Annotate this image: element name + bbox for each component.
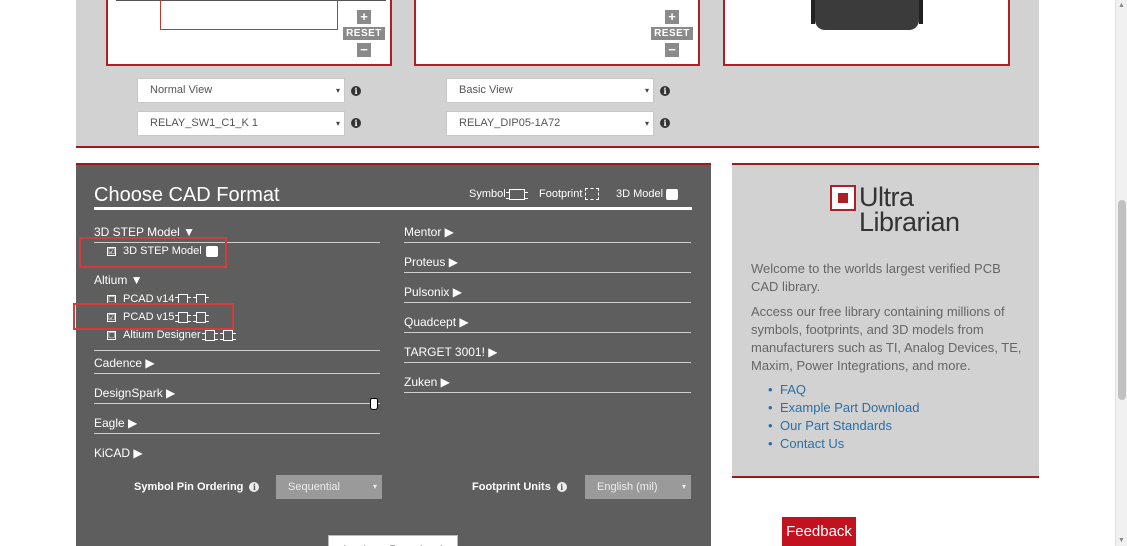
ultra-librarian-info-panel: Ultra Librarian Welcome to the worlds la… xyxy=(732,163,1039,478)
legend-footprint-label: Footprint xyxy=(539,188,583,200)
category-eagle[interactable]: Eagle ▶ xyxy=(94,416,380,434)
select-value: Sequential xyxy=(288,481,340,493)
option-altium-designer[interactable]: ☐ Altium Designer xyxy=(107,329,236,341)
selection-highlight xyxy=(73,303,234,330)
ultra-librarian-logo: Ultra Librarian xyxy=(830,184,960,237)
info-icon[interactable]: i xyxy=(351,118,361,128)
footprint-icon xyxy=(219,329,236,341)
welcome-text: Welcome to the worlds largest verified P… xyxy=(751,261,1001,294)
symbol-preview[interactable]: + RESET − xyxy=(106,0,392,66)
hand-cursor-icon xyxy=(370,398,378,410)
category-proteus[interactable]: Proteus ▶ xyxy=(404,255,691,273)
category-kicad[interactable]: KiCAD ▶ xyxy=(94,446,380,463)
select-value: Basic View xyxy=(459,84,513,96)
symbol-icon xyxy=(201,329,218,341)
login-to-download-button[interactable]: Login to Download xyxy=(328,535,458,546)
label-text: Footprint Units xyxy=(472,481,551,493)
link-example-part-download[interactable]: Example Part Download xyxy=(768,399,920,417)
info-icon[interactable]: i xyxy=(249,482,260,492)
zoom-in-button[interactable]: + xyxy=(357,10,371,24)
cad-format-panel: Choose CAD Format Symbol Footprint 3D Mo… xyxy=(76,163,711,546)
legend-symbol-label: Symbol xyxy=(469,188,506,200)
info-icon[interactable]: i xyxy=(660,86,670,96)
left-view-select[interactable]: Normal View ▾ xyxy=(137,78,345,103)
selection-highlight xyxy=(79,237,227,268)
category-zuken[interactable]: Zuken ▶ xyxy=(404,375,691,393)
panel-title: Choose CAD Format xyxy=(94,184,280,206)
select-value: Normal View xyxy=(150,84,213,96)
pin-ordering-label: Symbol Pin Ordering i xyxy=(134,481,260,493)
checkbox-unchecked[interactable]: ☐ xyxy=(107,330,116,340)
pin-ordering-select[interactable]: Sequential ▾ xyxy=(276,475,382,499)
3d-chip-image xyxy=(811,0,923,30)
zoom-controls: + RESET − xyxy=(343,10,385,57)
footprint-preview[interactable]: + RESET − xyxy=(414,0,700,66)
link-contact-us[interactable]: Contact Us xyxy=(768,435,919,453)
chevron-down-icon: ▾ xyxy=(681,482,686,491)
access-text: Access our free library containing milli… xyxy=(751,304,1022,373)
scroll-down-icon[interactable]: ▼ xyxy=(1118,537,1125,544)
scrollbar-thumb[interactable] xyxy=(1118,200,1126,400)
chip-logo-icon xyxy=(830,185,856,211)
chevron-down-icon: ▾ xyxy=(335,86,340,95)
right-part-select[interactable]: RELAY_DIP05-1A72 ▾ xyxy=(446,111,654,136)
title-divider xyxy=(94,207,692,210)
right-view-select[interactable]: Basic View ▾ xyxy=(446,78,654,103)
legend-footprint: Footprint xyxy=(539,188,600,200)
footprint-units-select[interactable]: English (mil) ▾ xyxy=(585,475,691,499)
label-text: Symbol Pin Ordering xyxy=(134,481,244,493)
info-icon[interactable]: i xyxy=(556,482,567,492)
info-icon[interactable]: i xyxy=(351,86,361,96)
category-mentor[interactable]: Mentor ▶ xyxy=(404,225,691,243)
feedback-button[interactable]: Feedback xyxy=(782,517,856,546)
chevron-down-icon: ▾ xyxy=(335,119,340,128)
logo-line2: Librarian xyxy=(859,207,960,237)
reset-button[interactable]: RESET xyxy=(651,27,693,40)
scroll-up-icon[interactable]: ▲ xyxy=(1118,2,1125,9)
chevron-down-icon: ▾ xyxy=(644,119,649,128)
select-value: RELAY_DIP05-1A72 xyxy=(459,117,561,129)
link-our-part-standards[interactable]: Our Part Standards xyxy=(768,417,919,435)
legend-3d-model-label: 3D Model xyxy=(616,188,664,200)
reset-button[interactable]: RESET xyxy=(343,27,385,40)
category-altium[interactable]: Altium ▼ xyxy=(94,273,380,290)
category-pulsonix[interactable]: Pulsonix ▶ xyxy=(404,285,691,303)
logo-text: Ultra Librarian xyxy=(859,184,960,237)
zoom-out-button[interactable]: − xyxy=(665,43,679,57)
legend-3d-model: 3D Model xyxy=(616,188,679,200)
3d-model-icon xyxy=(666,188,679,200)
left-part-select[interactable]: RELAY_SW1_C1_K 1 ▾ xyxy=(137,111,345,136)
category-quadcept[interactable]: Quadcept ▶ xyxy=(404,315,691,333)
info-links: FAQ Example Part Download Our Part Stand… xyxy=(768,381,920,453)
category-designspark[interactable]: DesignSpark ▶ xyxy=(94,386,380,404)
zoom-controls: + RESET − xyxy=(651,10,693,57)
link-faq[interactable]: FAQ xyxy=(768,381,919,399)
info-icon[interactable]: i xyxy=(660,118,670,128)
category-target-3001[interactable]: TARGET 3001! ▶ xyxy=(404,345,691,363)
legend-symbol: Symbol xyxy=(469,188,528,200)
select-value: English (mil) xyxy=(597,481,658,493)
option-label: Altium Designer xyxy=(123,329,201,341)
chevron-down-icon: ▾ xyxy=(644,86,649,95)
symbol-outline xyxy=(160,0,338,30)
footprint-units-label: Footprint Units i xyxy=(472,481,567,493)
category-cadence[interactable]: Cadence ▶ xyxy=(94,356,380,374)
select-value: RELAY_SW1_C1_K 1 xyxy=(150,117,259,129)
symbol-icon xyxy=(505,188,528,200)
3d-model-preview[interactable] xyxy=(723,0,1010,66)
zoom-in-button[interactable]: + xyxy=(665,10,679,24)
zoom-out-button[interactable]: − xyxy=(357,43,371,57)
page-scrollbar[interactable]: ▲ ▼ xyxy=(1115,0,1127,546)
divider xyxy=(94,350,380,351)
footprint-icon xyxy=(585,188,600,200)
chevron-down-icon: ▾ xyxy=(372,482,377,491)
